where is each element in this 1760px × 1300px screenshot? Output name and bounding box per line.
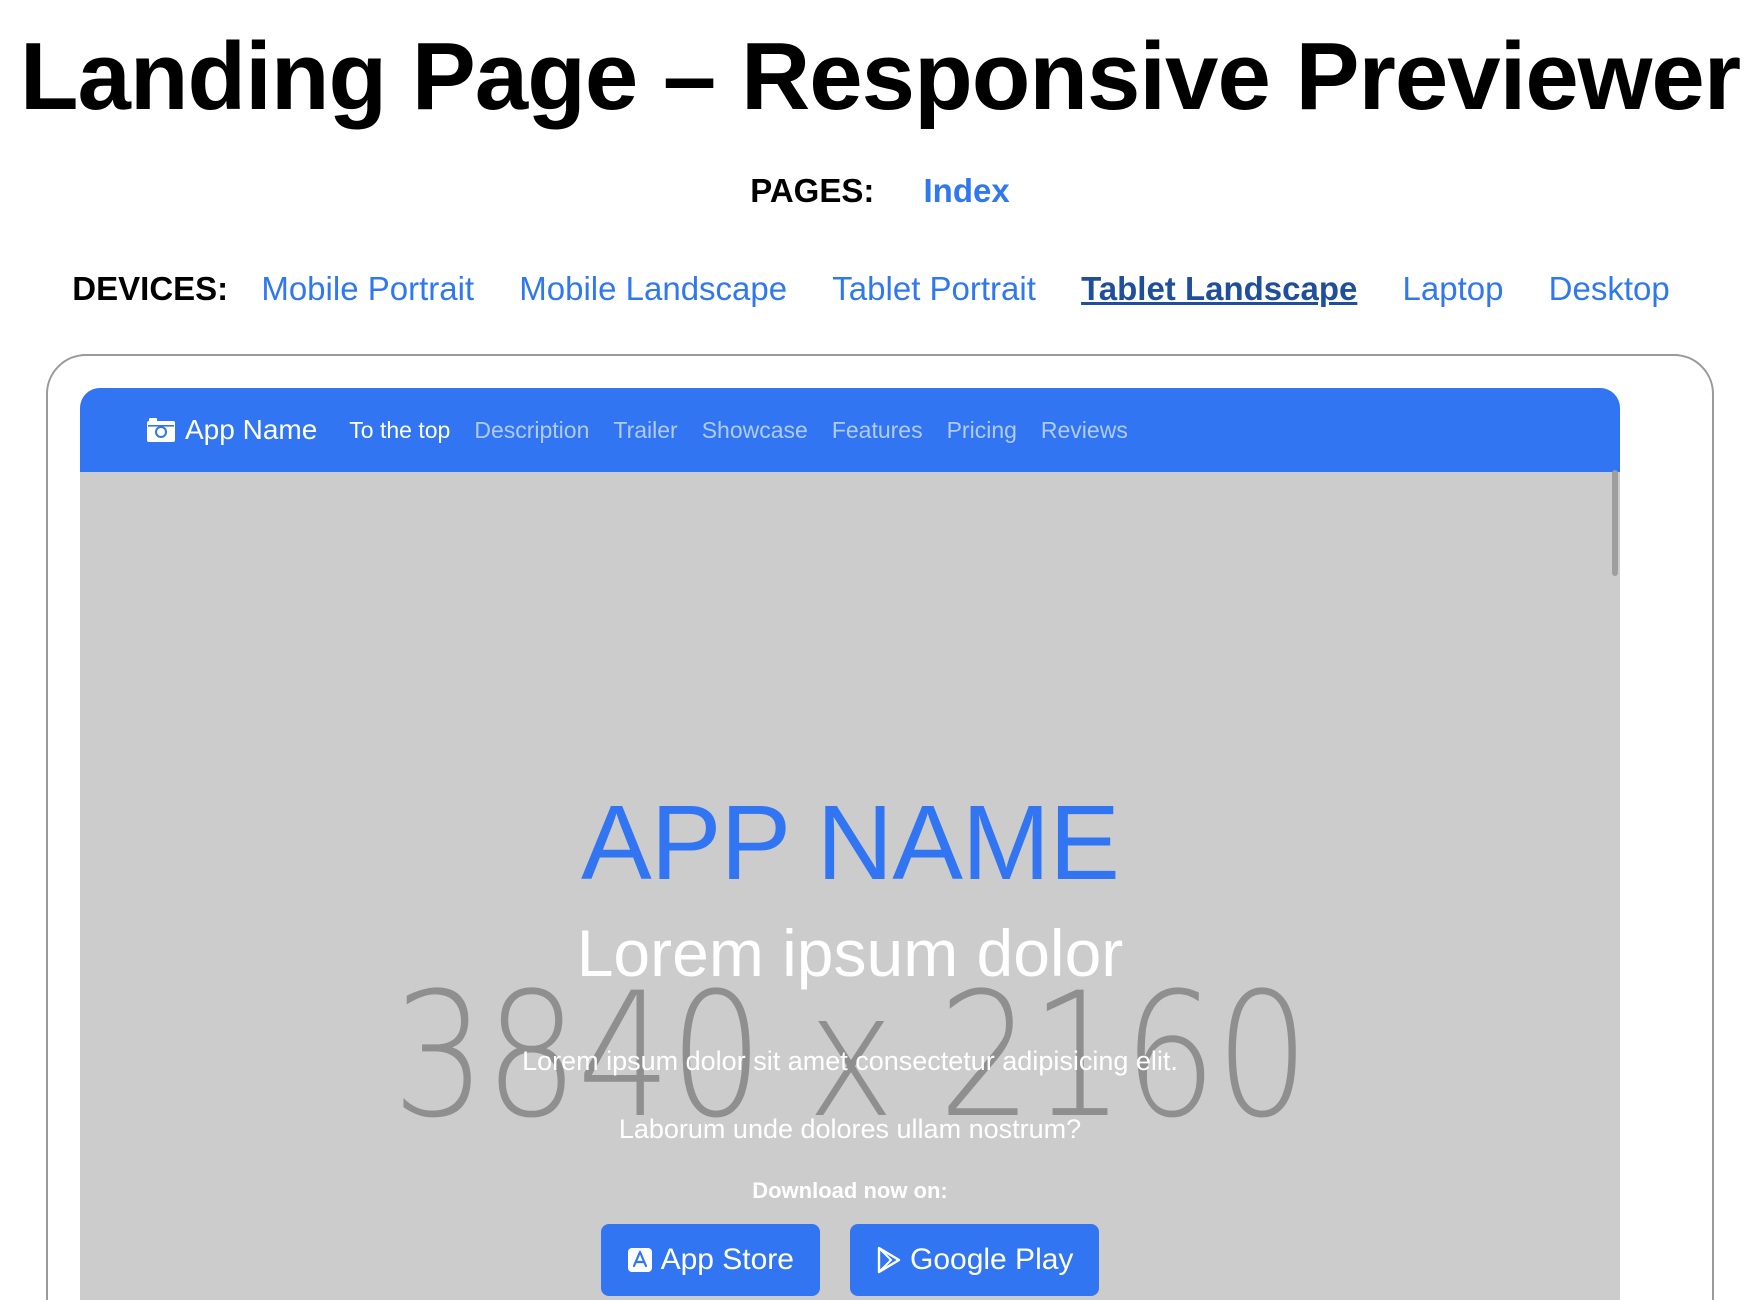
- google-play-label: Google Play: [909, 1243, 1074, 1276]
- preview-nav-features[interactable]: Features: [832, 417, 923, 444]
- hero-download-label: Download now on:: [752, 1178, 948, 1203]
- preview-brand[interactable]: App Name: [146, 414, 317, 446]
- hero-description-line2: Laborum unde dolores ullam nostrum?: [618, 1114, 1082, 1144]
- device-link-mobile-portrait[interactable]: Mobile Portrait: [261, 270, 474, 307]
- devices-nav: DEVICES: Mobile Portrait Mobile Landscap…: [0, 270, 1760, 308]
- device-link-mobile-landscape[interactable]: Mobile Landscape: [519, 270, 787, 307]
- preview-hero: 3840 x 2160 APP NAME Lorem ipsum dolor L…: [80, 472, 1620, 1300]
- hero-subtitle: Lorem ipsum dolor: [576, 916, 1124, 990]
- hero-app-name: APP NAME: [581, 784, 1120, 902]
- preview-nav-description[interactable]: Description: [474, 417, 589, 444]
- preview-screen[interactable]: App Name To the top Description Trailer …: [80, 388, 1620, 1300]
- preview-navbar: App Name To the top Description Trailer …: [80, 388, 1620, 472]
- devices-label: DEVICES:: [72, 270, 229, 307]
- preview-brand-label: App Name: [185, 414, 318, 445]
- preview-nav-reviews[interactable]: Reviews: [1041, 417, 1128, 444]
- app-store-button[interactable]: App Store: [600, 1224, 820, 1296]
- device-link-desktop[interactable]: Desktop: [1549, 270, 1670, 307]
- pages-label: PAGES:: [750, 172, 875, 209]
- store-buttons: App Store Google Play: [80, 1224, 1620, 1296]
- preview-nav-trailer[interactable]: Trailer: [613, 417, 677, 444]
- app-store-icon: [627, 1248, 652, 1272]
- pages-nav: PAGES: Index: [0, 172, 1760, 210]
- page-link-index[interactable]: Index: [924, 172, 1010, 209]
- page-title: Landing Page – Responsive Previewer: [19, 23, 1741, 130]
- google-play-button[interactable]: Google Play: [849, 1224, 1100, 1296]
- preview-scrollbar[interactable]: [1612, 470, 1618, 576]
- preview-nav-pricing[interactable]: Pricing: [947, 417, 1017, 444]
- device-link-tablet-portrait[interactable]: Tablet Portrait: [832, 270, 1036, 307]
- device-link-tablet-landscape[interactable]: Tablet Landscape: [1081, 270, 1357, 307]
- preview-nav-to-the-top[interactable]: To the top: [349, 417, 450, 444]
- device-link-laptop[interactable]: Laptop: [1403, 270, 1504, 307]
- app-store-label: App Store: [660, 1243, 794, 1276]
- camera-icon: [147, 418, 175, 442]
- hero-description-line1: Lorem ipsum dolor sit amet consectetur a…: [522, 1046, 1178, 1076]
- google-play-icon: [877, 1246, 901, 1274]
- previewer-page: Landing Page – Responsive Previewer PAGE…: [0, 0, 1760, 1300]
- preview-nav-showcase[interactable]: Showcase: [702, 417, 808, 444]
